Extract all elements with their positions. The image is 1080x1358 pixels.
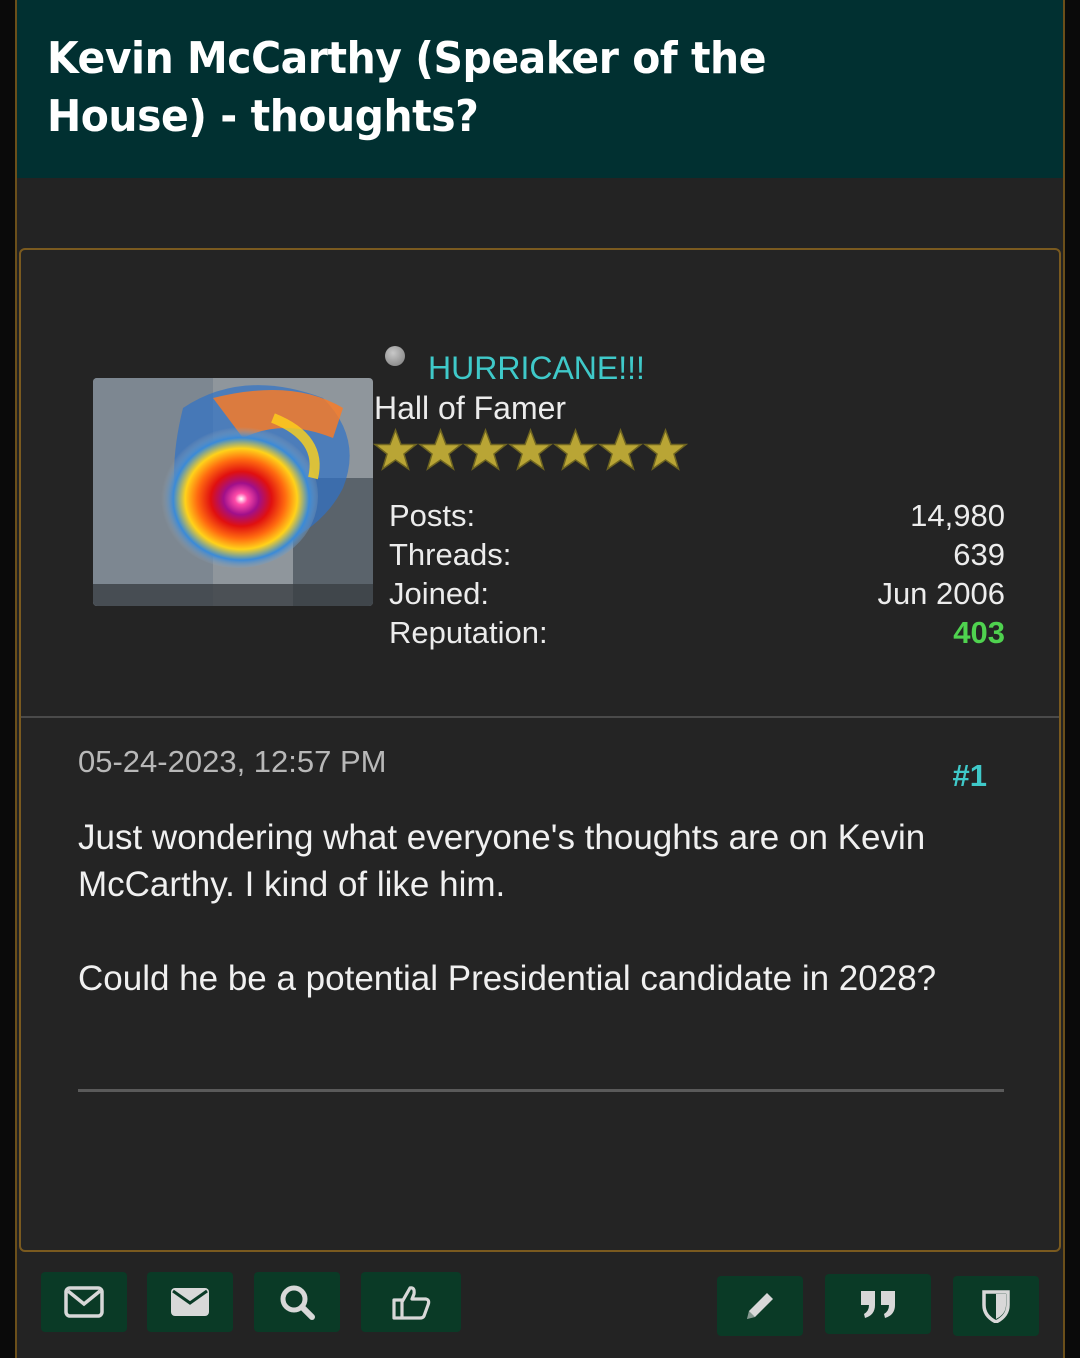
- private-message-button[interactable]: [41, 1272, 127, 1332]
- stat-label: Threads:: [389, 537, 512, 572]
- stat-label: Posts:: [389, 498, 476, 533]
- user-rank-title: Hall of Famer: [374, 390, 567, 426]
- stat-posts: Posts: 14,980: [389, 496, 1005, 535]
- stat-label: Joined:: [389, 576, 489, 611]
- envelope-icon: [170, 1287, 210, 1317]
- stat-reputation: Reputation: 403: [389, 613, 1005, 652]
- avatar[interactable]: [93, 378, 373, 606]
- thread-header: Kevin McCarthy (Speaker of the House) - …: [17, 0, 1063, 178]
- post-actions-toolbar: [17, 1254, 1063, 1358]
- search-icon: [279, 1284, 315, 1320]
- rank-star-icon: [597, 427, 644, 472]
- post-body: 05-24-2023, 12:57 PM #1 Just wondering w…: [21, 718, 1059, 1250]
- post-message: Just wondering what everyone's thoughts …: [78, 814, 978, 1049]
- thread-title: Kevin McCarthy (Speaker of the House) - …: [47, 33, 767, 142]
- report-button[interactable]: [953, 1276, 1039, 1336]
- quote-icon: [859, 1289, 897, 1319]
- rank-star-icon: [552, 427, 599, 472]
- pencil-icon: [743, 1289, 777, 1323]
- stat-value: 639: [953, 537, 1005, 572]
- rank-stars: [372, 427, 689, 472]
- post-date: 05-24-2023, 12:57 PM: [78, 744, 387, 779]
- thumbs-up-icon: [391, 1284, 431, 1320]
- stat-label: Reputation:: [389, 615, 548, 650]
- edit-button[interactable]: [717, 1276, 803, 1336]
- stat-threads: Threads: 639: [389, 535, 1005, 574]
- rank-star-icon: [507, 427, 554, 472]
- rank-star-icon: [372, 427, 419, 472]
- signature-divider: [78, 1089, 1004, 1092]
- stat-value: 14,980: [910, 498, 1005, 533]
- post-paragraph: Just wondering what everyone's thoughts …: [78, 818, 926, 904]
- email-button[interactable]: [147, 1272, 233, 1332]
- user-info-panel: HURRICANE!!! Hall of Famer Posts: 14,980…: [21, 250, 1059, 718]
- search-button[interactable]: [254, 1272, 340, 1332]
- stat-value: Jun 2006: [877, 576, 1005, 611]
- username-link[interactable]: HURRICANE!!!: [428, 350, 645, 387]
- rank-star-icon: [642, 427, 689, 472]
- stat-joined: Joined: Jun 2006: [389, 574, 1005, 613]
- rank-star-icon: [462, 427, 509, 472]
- user-stats: Posts: 14,980 Threads: 639 Joined: Jun 2…: [389, 496, 1005, 652]
- shield-icon: [982, 1289, 1010, 1323]
- offline-status-icon: [385, 346, 405, 366]
- post-paragraph: Could he be a potential Presidential can…: [78, 959, 937, 998]
- reputation-value: 403: [953, 615, 1005, 650]
- quote-button[interactable]: [825, 1274, 931, 1334]
- rank-star-icon: [417, 427, 464, 472]
- thumbs-up-button[interactable]: [361, 1272, 461, 1332]
- post-card: HURRICANE!!! Hall of Famer Posts: 14,980…: [19, 248, 1061, 1252]
- envelope-outline-icon: [64, 1286, 104, 1318]
- post-number-link[interactable]: #1: [953, 758, 987, 794]
